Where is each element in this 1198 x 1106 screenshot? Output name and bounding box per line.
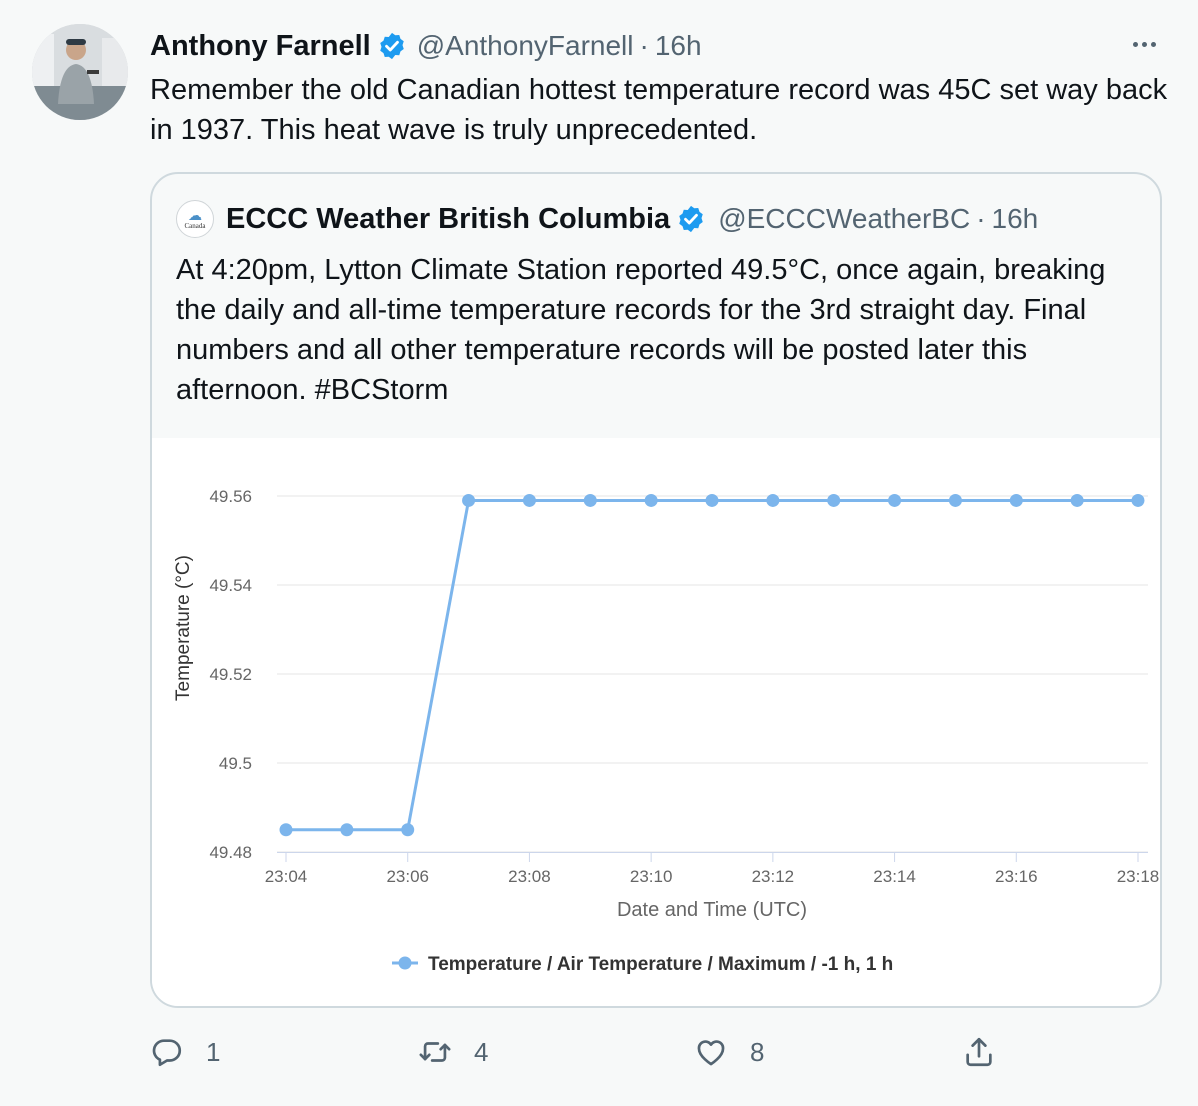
data-point <box>948 493 962 507</box>
data-point <box>462 493 476 507</box>
like-icon <box>697 1040 725 1066</box>
tweet-timestamp[interactable]: 16h <box>655 30 702 62</box>
canada-wordmark: Canada <box>184 222 206 230</box>
like-button[interactable]: 8 <box>694 1030 764 1074</box>
series-line <box>286 498 1138 832</box>
data-point <box>1009 493 1023 507</box>
y-axis-title: Temperature (°C) <box>173 555 194 701</box>
x-tick-label: 23:06 <box>386 867 429 886</box>
data-point <box>522 493 536 507</box>
tweet-header: Anthony Farnell @AnthonyFarnell · 16h <box>150 26 702 66</box>
quoted-tweet-header: ECCC Weather British Columbia @ECCCWeath… <box>226 198 1038 240</box>
share-button[interactable] <box>962 1030 996 1074</box>
data-point <box>766 493 780 507</box>
verified-badge-icon <box>379 32 404 60</box>
data-point <box>583 493 597 507</box>
verified-badge-icon <box>679 205 703 233</box>
tweet-actions: 1 4 8 <box>150 1030 1050 1074</box>
x-tick-label: 23:12 <box>752 867 795 886</box>
data-point <box>644 493 658 507</box>
data-point <box>1131 493 1145 507</box>
y-tick-label: 49.56 <box>209 487 252 506</box>
data-point <box>705 493 719 507</box>
y-tick-label: 49.54 <box>209 576 252 595</box>
like-count: 8 <box>750 1036 765 1067</box>
data-point <box>888 493 902 507</box>
x-tick-label: 23:10 <box>630 867 673 886</box>
x-tick-label: 23:14 <box>873 867 916 886</box>
quoted-author-handle[interactable]: @ECCCWeatherBC <box>718 203 970 235</box>
y-tick-label: 49.48 <box>209 843 252 862</box>
reply-count: 1 <box>206 1036 221 1067</box>
chart-image[interactable]: 49.56 49.54 49.52 49.5 49.48 23:04 23:06 23:08 2… <box>152 438 1160 1006</box>
temperature-line-chart: 49.56 49.54 49.52 49.5 49.48 23:04 23:06 23:08 2… <box>173 487 1160 975</box>
x-tick-label: 23:16 <box>995 867 1038 886</box>
weather-cloud-icon: ☁ <box>188 207 202 223</box>
data-point <box>401 823 415 837</box>
retweet-icon <box>419 1042 451 1062</box>
share-icon <box>966 1037 992 1067</box>
author-avatar[interactable] <box>32 24 128 120</box>
reply-button[interactable]: 1 <box>150 1030 220 1074</box>
retweet-button[interactable]: 4 <box>418 1030 488 1074</box>
quoted-author-avatar[interactable]: ☁ Canada <box>176 200 214 238</box>
legend-marker <box>398 956 412 970</box>
quoted-tweet-timestamp[interactable]: 16h <box>992 203 1039 235</box>
data-point <box>279 823 293 837</box>
x-tick-label: 23:04 <box>265 867 308 886</box>
data-point <box>827 493 841 507</box>
y-tick-label: 49.52 <box>209 665 252 684</box>
author-name[interactable]: Anthony Farnell <box>150 30 371 63</box>
reply-icon <box>152 1039 182 1067</box>
quoted-tweet-text: At 4:20pm, Lytton Climate Station report… <box>176 254 1106 406</box>
tweet-text: Remember the old Canadian hottest temper… <box>150 74 1168 146</box>
author-avatar-image <box>32 24 128 120</box>
x-tick-label: 23:18 <box>1117 867 1160 886</box>
tweet[interactable]: Anthony Farnell @AnthonyFarnell · 16h Re… <box>0 0 1198 1106</box>
x-tick-label: 23:08 <box>508 867 551 886</box>
data-point <box>340 823 354 837</box>
more-icon[interactable] <box>1124 28 1164 60</box>
quoted-tweet[interactable]: ☁ Canada ECCC Weather British Columbia @… <box>150 172 1162 1008</box>
x-axis-title: Date and Time (UTC) <box>617 899 807 921</box>
data-point <box>1070 493 1084 507</box>
retweet-count: 4 <box>474 1036 489 1067</box>
y-tick-label: 49.5 <box>219 754 252 773</box>
separator-dot: · <box>976 203 986 234</box>
legend-label: Temperature / Air Temperature / Maximum … <box>428 954 893 975</box>
author-handle[interactable]: @AnthonyFarnell <box>417 30 634 62</box>
quoted-author-name[interactable]: ECCC Weather British Columbia <box>226 203 670 236</box>
separator-dot: · <box>639 30 649 61</box>
